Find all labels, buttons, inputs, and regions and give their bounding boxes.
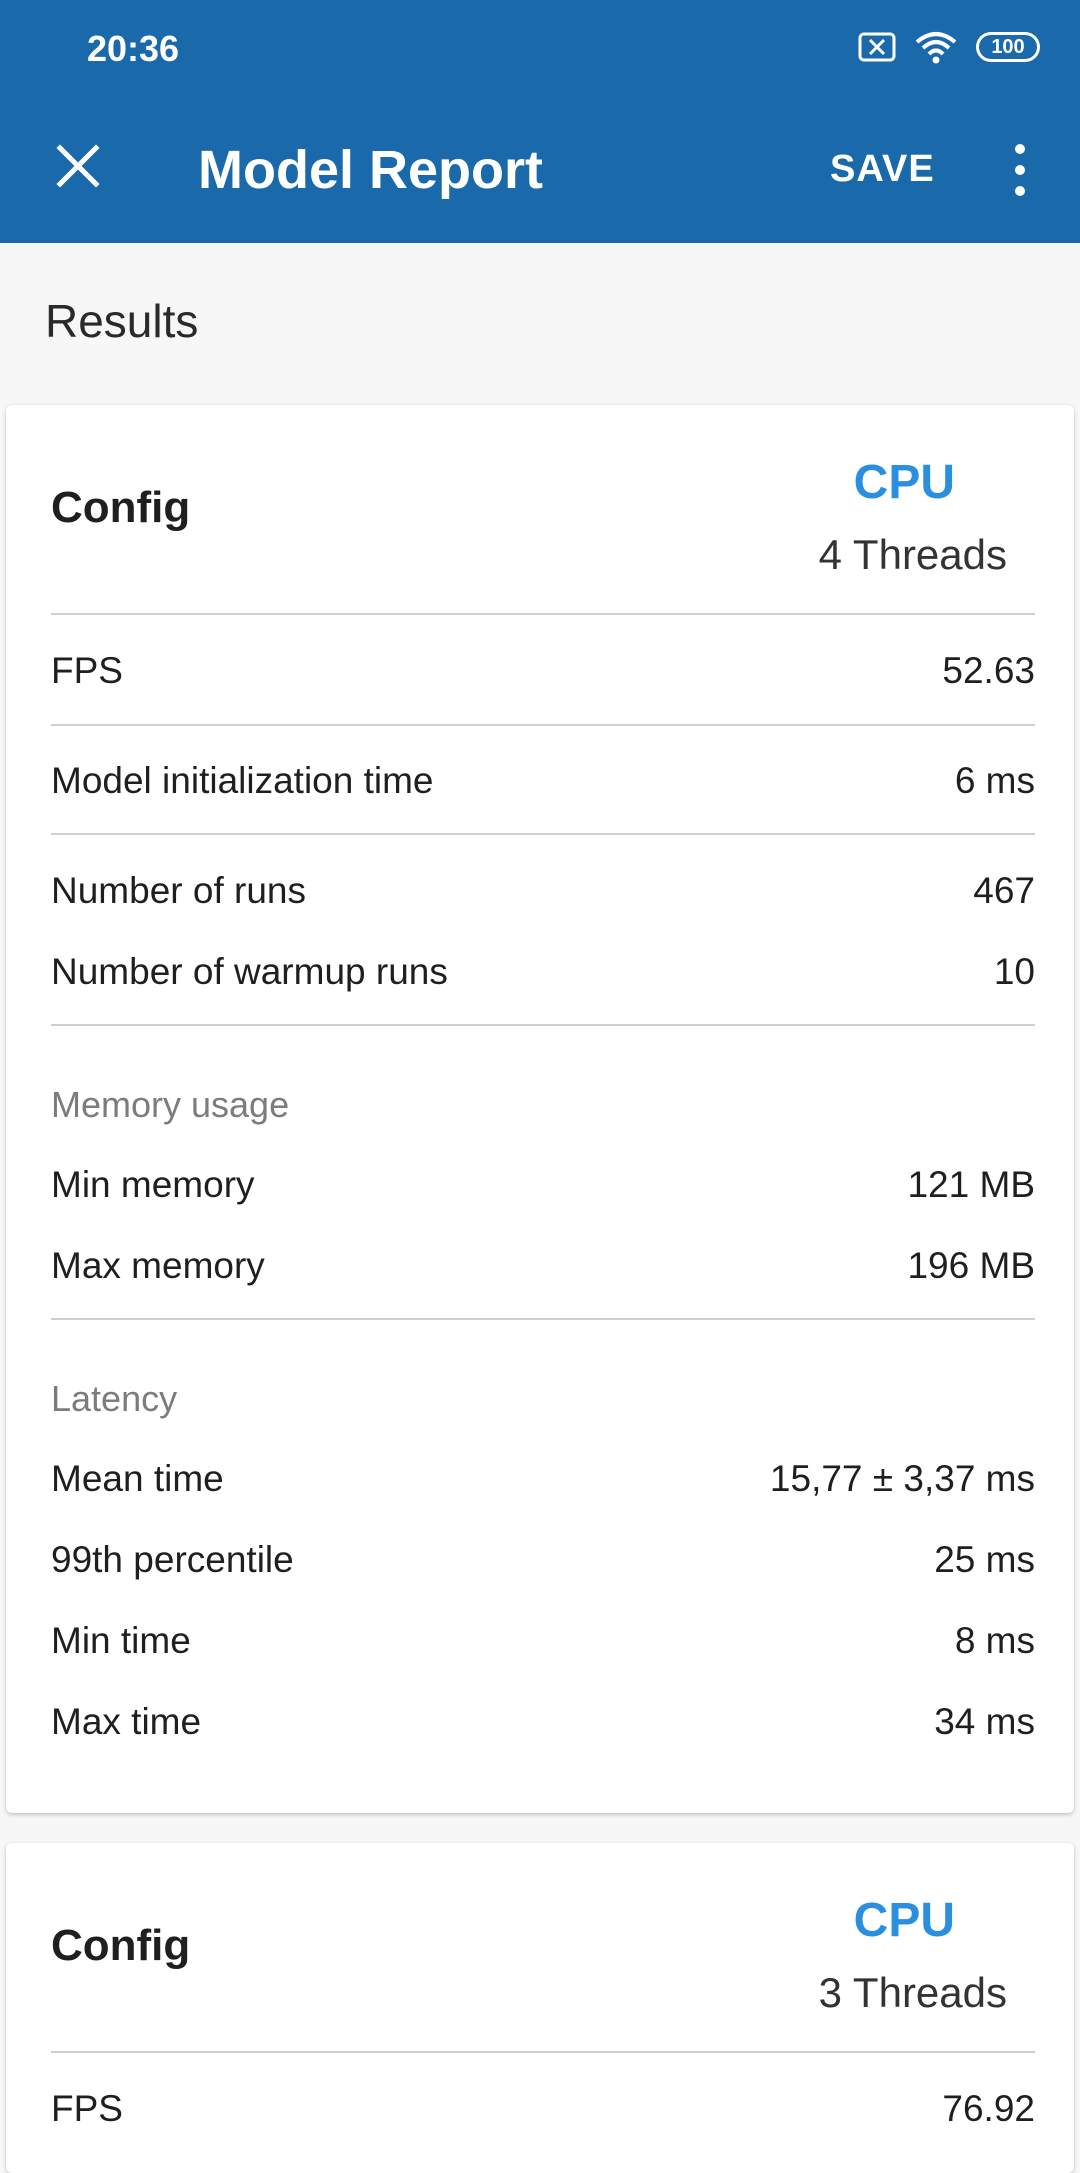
more-vert-icon [1015,144,1025,154]
min-memory-row: Min memory 121 MB [51,1155,1035,1215]
config-device: CPU [853,1894,955,1947]
min-time-row: Min time 8 ms [51,1611,1035,1671]
config-header: Config CPU 3 Threads [51,1843,1035,2053]
divider [51,2051,1035,2053]
min-memory-label: Min memory [51,1164,255,1205]
config-device: CPU [853,456,955,509]
min-memory-value: 121 MB [907,1164,1035,1205]
warmup-runs-row: Number of warmup runs 10 [51,942,1035,1002]
results-heading: Results [45,295,199,347]
min-time-label: Min time [51,1620,191,1661]
max-memory-row: Max memory 196 MB [51,1236,1035,1296]
status-icons: 100 [858,30,1040,64]
fps-row: FPS 76.92 [51,2079,1035,2139]
page-title: Model Report [198,140,543,200]
config-header: Config CPU 4 Threads [51,405,1035,615]
init-time-value: 6 ms [954,760,1035,801]
max-time-row: Max time 34 ms [51,1692,1035,1752]
latency-heading: Latency [51,1378,178,1419]
app-bar: 20:36 100 Model Report SAVE [0,0,1080,243]
min-time-value: 8 ms [954,1620,1035,1661]
runs-value: 467 [973,870,1035,911]
config-label: Config [51,483,191,532]
init-time-label: Model initialization time [51,760,434,801]
config-threads: 4 Threads [818,531,1007,578]
runs-row: Number of runs 467 [51,861,1035,921]
p99-label: 99th percentile [51,1539,294,1580]
p99-value: 25 ms [934,1539,1035,1580]
init-time-row: Model initialization time 6 ms [51,751,1035,811]
divider [51,833,1035,835]
warmup-runs-label: Number of warmup runs [51,951,448,992]
memory-usage-heading: Memory usage [51,1084,290,1125]
runs-label: Number of runs [51,870,306,911]
max-time-value: 34 ms [934,1701,1035,1742]
fps-value: 76.92 [942,2088,1035,2129]
fps-value: 52.63 [942,650,1035,691]
save-button[interactable]: SAVE [830,144,935,194]
close-icon [56,143,100,193]
fps-row: FPS 52.63 [51,641,1035,701]
divider [51,1024,1035,1026]
config-label: Config [51,1921,191,1970]
divider [51,1318,1035,1320]
close-button[interactable] [44,134,112,202]
mean-time-row: Mean time 15,77 ± 3,37 ms [51,1449,1035,1509]
fps-label: FPS [51,650,123,691]
p99-row: 99th percentile 25 ms [51,1530,1035,1590]
toolbar: Model Report SAVE [0,96,1080,243]
more-options-button[interactable] [1000,140,1040,200]
status-bar: 20:36 100 [0,0,1080,96]
close-box-icon [858,32,896,62]
battery-icon: 100 [976,32,1040,62]
result-card: Config CPU 4 Threads FPS 52.63 Model ini… [6,405,1074,1813]
mean-time-label: Mean time [51,1458,224,1499]
max-time-label: Max time [51,1701,202,1742]
fps-label: FPS [51,2088,123,2129]
divider [51,613,1035,615]
mean-time-value: 15,77 ± 3,37 ms [769,1458,1035,1499]
result-card: Config CPU 3 Threads FPS 76.92 [6,1843,1074,2173]
wifi-icon [914,30,958,64]
config-threads: 3 Threads [818,1969,1007,2016]
max-memory-value: 196 MB [907,1245,1035,1286]
status-time: 20:36 [87,28,180,69]
max-memory-label: Max memory [51,1245,265,1286]
warmup-runs-value: 10 [993,951,1035,992]
divider [51,724,1035,726]
